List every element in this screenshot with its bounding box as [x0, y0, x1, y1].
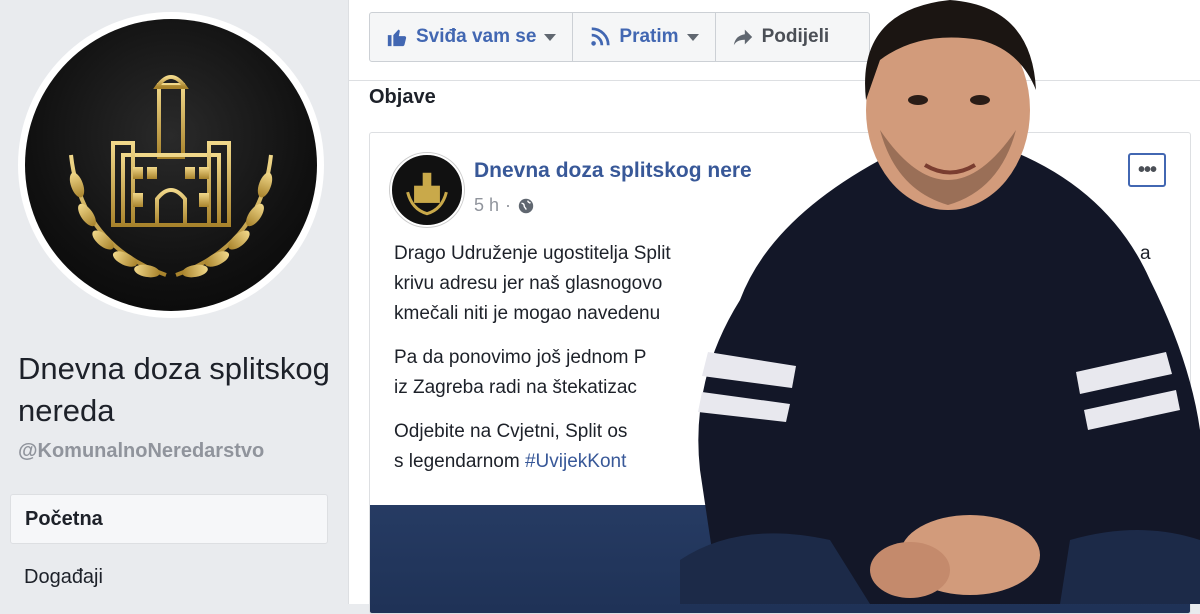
- post-hashtag-link[interactable]: #UvijekKont: [525, 451, 626, 472]
- post-line: iz Zagreba radi na štekatizac: [394, 377, 637, 398]
- post-line: kmečali niti je mogao navedenu: [394, 303, 661, 324]
- post-line: Drago Udruženje ugostitelja Split: [394, 243, 671, 264]
- post-line: Pa da ponovimo još jednom P: [394, 347, 647, 368]
- page-profile-picture[interactable]: [18, 12, 324, 318]
- post-line: s legendarnom: [394, 451, 525, 472]
- posts-section-title: Objave: [369, 86, 436, 108]
- chevron-down-icon: [544, 33, 557, 41]
- city-hall-laurel-icon: [69, 75, 273, 278]
- like-button-label: Sviđa vam se: [416, 26, 537, 47]
- meta-separator: ·: [505, 195, 512, 215]
- sidebar-item-home[interactable]: Početna: [10, 494, 328, 544]
- follow-button-label: Pratim: [619, 26, 679, 47]
- overlay-person-photo: [680, 0, 1200, 604]
- rss-icon: [591, 27, 611, 46]
- profile-logo: [25, 19, 317, 311]
- like-page-button[interactable]: Sviđa vam se: [370, 13, 574, 61]
- sidebar-item-events[interactable]: Događaji: [10, 552, 328, 602]
- page-title: Dnevna doza splitskog nereda: [18, 351, 330, 428]
- page-sidebar: Dnevna doza splitskog nereda @KomunalnoN…: [0, 0, 348, 604]
- page-username[interactable]: @KomunalnoNeredarstvo: [18, 440, 264, 463]
- post-line: krivu adresu jer naš glasnogovo: [394, 273, 663, 294]
- post-meta: 5 h ·: [474, 195, 535, 216]
- city-hall-logo-icon: [406, 172, 448, 216]
- post-author-avatar[interactable]: [390, 153, 464, 227]
- globe-icon: [518, 198, 534, 213]
- thumbs-up-icon: [387, 29, 407, 47]
- post-timestamp[interactable]: 5 h: [474, 195, 499, 216]
- post-line: Odjebite na Cvjetni, Split os: [394, 421, 628, 442]
